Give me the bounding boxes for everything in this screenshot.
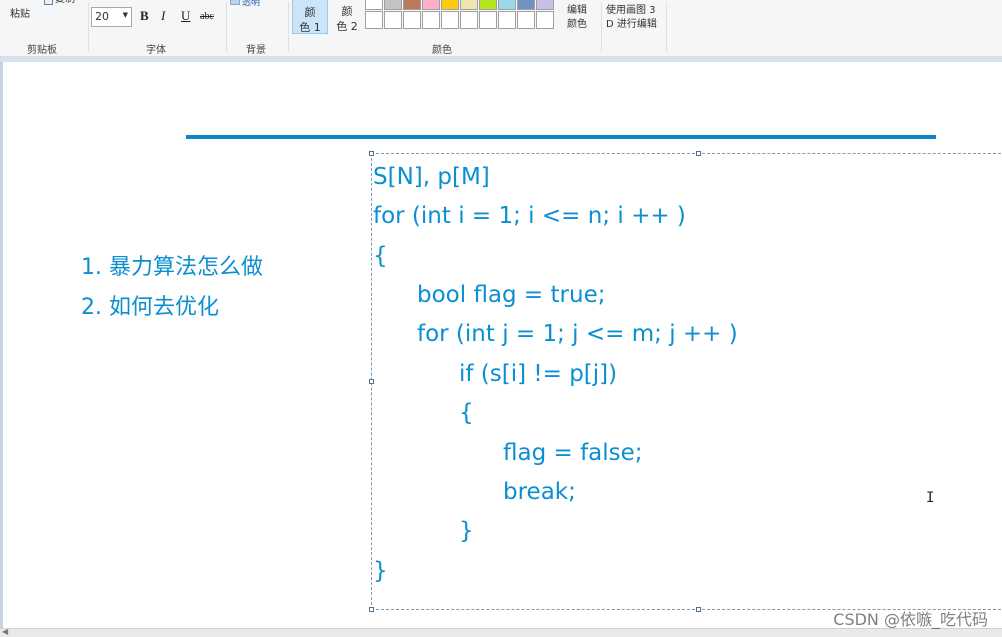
clipboard-group-label: 剪贴板: [27, 45, 57, 56]
paint3d-label-line2: D 进行编辑: [606, 19, 657, 30]
chevron-down-icon: ▼: [122, 11, 128, 19]
edit-colors-label-line2: 颜色: [567, 19, 587, 30]
color-swatch[interactable]: [479, 0, 497, 10]
color-swatch[interactable]: [384, 0, 402, 10]
color-2-label-line1: 颜: [341, 5, 353, 18]
color-2-label-line2: 色 2: [336, 20, 358, 33]
color-swatch[interactable]: [460, 11, 478, 29]
color-swatch[interactable]: [422, 0, 440, 10]
color-swatch[interactable]: [422, 11, 440, 29]
transparent-icon: [230, 0, 240, 5]
color-1-label-line2: 色 1: [299, 21, 321, 34]
group-divider: [666, 2, 667, 52]
watermark: CSDN @依嗾_吃代码: [833, 610, 988, 629]
resize-handle[interactable]: [696, 607, 701, 612]
code-line: {: [373, 243, 388, 269]
font-size-value: 20: [95, 10, 109, 23]
font-size-select[interactable]: 20 ▼: [91, 7, 132, 27]
resize-handle[interactable]: [696, 151, 701, 156]
color-palette: [365, 0, 554, 29]
color-swatch[interactable]: [403, 0, 421, 10]
code-line: bool flag = true;: [417, 282, 606, 308]
copy-icon: [44, 0, 53, 5]
color-swatch[interactable]: [365, 0, 383, 10]
color-swatch[interactable]: [365, 11, 383, 29]
copy-button[interactable]: 复制: [44, 0, 75, 6]
paint3d-label-line1: 使用画图 3: [606, 5, 656, 16]
code-line: S[N], p[M]: [373, 164, 490, 190]
color-swatch[interactable]: [498, 11, 516, 29]
code-line: }: [373, 558, 388, 584]
code-line: if (s[i] != p[j]): [459, 361, 618, 387]
group-divider: [601, 2, 602, 52]
color-swatch[interactable]: [403, 11, 421, 29]
italic-button[interactable]: I: [161, 8, 165, 24]
drawn-line: [186, 135, 936, 139]
colors-group-label: 颜色: [432, 45, 452, 56]
color-2-button[interactable]: 颜 色 2: [333, 0, 361, 34]
text-cursor-icon: I: [926, 490, 935, 506]
color-swatch[interactable]: [517, 11, 535, 29]
code-line: flag = false;: [503, 440, 643, 466]
canvas-left-edge: [0, 62, 3, 628]
group-divider: [226, 2, 227, 52]
copy-label: 复制: [55, 0, 75, 5]
transparent-toggle[interactable]: 透明: [230, 0, 272, 8]
color-swatch[interactable]: [460, 0, 478, 10]
group-divider: [288, 2, 289, 52]
outline-item-1: 1. 暴力算法怎么做: [81, 255, 263, 280]
group-divider: [88, 2, 89, 52]
bold-button[interactable]: B: [140, 8, 149, 24]
color-swatch[interactable]: [498, 0, 516, 10]
canvas-border: [0, 57, 1002, 62]
color-swatch[interactable]: [441, 0, 459, 10]
color-swatch[interactable]: [384, 11, 402, 29]
outline-item-2: 2. 如何去优化: [81, 295, 219, 320]
edit-colors-button[interactable]: 编辑 颜色: [567, 4, 587, 32]
color-1-label-line1: 颜: [304, 6, 316, 19]
color-swatch[interactable]: [479, 11, 497, 29]
transparent-label: 透明: [242, 0, 261, 8]
resize-handle[interactable]: [369, 151, 374, 156]
code-line: }: [459, 518, 474, 544]
color-1-button[interactable]: 颜 色 1: [292, 0, 328, 34]
code-line: {: [459, 400, 474, 426]
code-line: break;: [503, 479, 576, 505]
background-group-label: 背景: [246, 45, 266, 56]
font-group-label: 字体: [146, 45, 166, 56]
color-swatch[interactable]: [517, 0, 535, 10]
code-line: for (int j = 1; j <= m; j ++ ): [417, 321, 738, 347]
color-swatch[interactable]: [536, 11, 554, 29]
color-swatch[interactable]: [536, 0, 554, 10]
strikethrough-button[interactable]: abc: [200, 11, 214, 22]
code-line: for (int i = 1; i <= n; i ++ ): [373, 203, 686, 229]
paste-button[interactable]: 粘贴: [10, 5, 30, 20]
resize-handle[interactable]: [369, 379, 374, 384]
edit-colors-label-line1: 编辑: [567, 5, 587, 16]
scroll-left-icon[interactable]: ◀: [2, 627, 8, 636]
resize-handle[interactable]: [369, 607, 374, 612]
ribbon: 粘贴 复制 剪贴板 20 ▼ B I U abc 字体 透明 背景 颜 色 1 …: [0, 0, 1002, 57]
underline-button[interactable]: U: [181, 8, 190, 24]
edit-with-paint3d-button[interactable]: 使用画图 3 D 进行编辑: [606, 4, 657, 32]
color-swatch[interactable]: [441, 11, 459, 29]
